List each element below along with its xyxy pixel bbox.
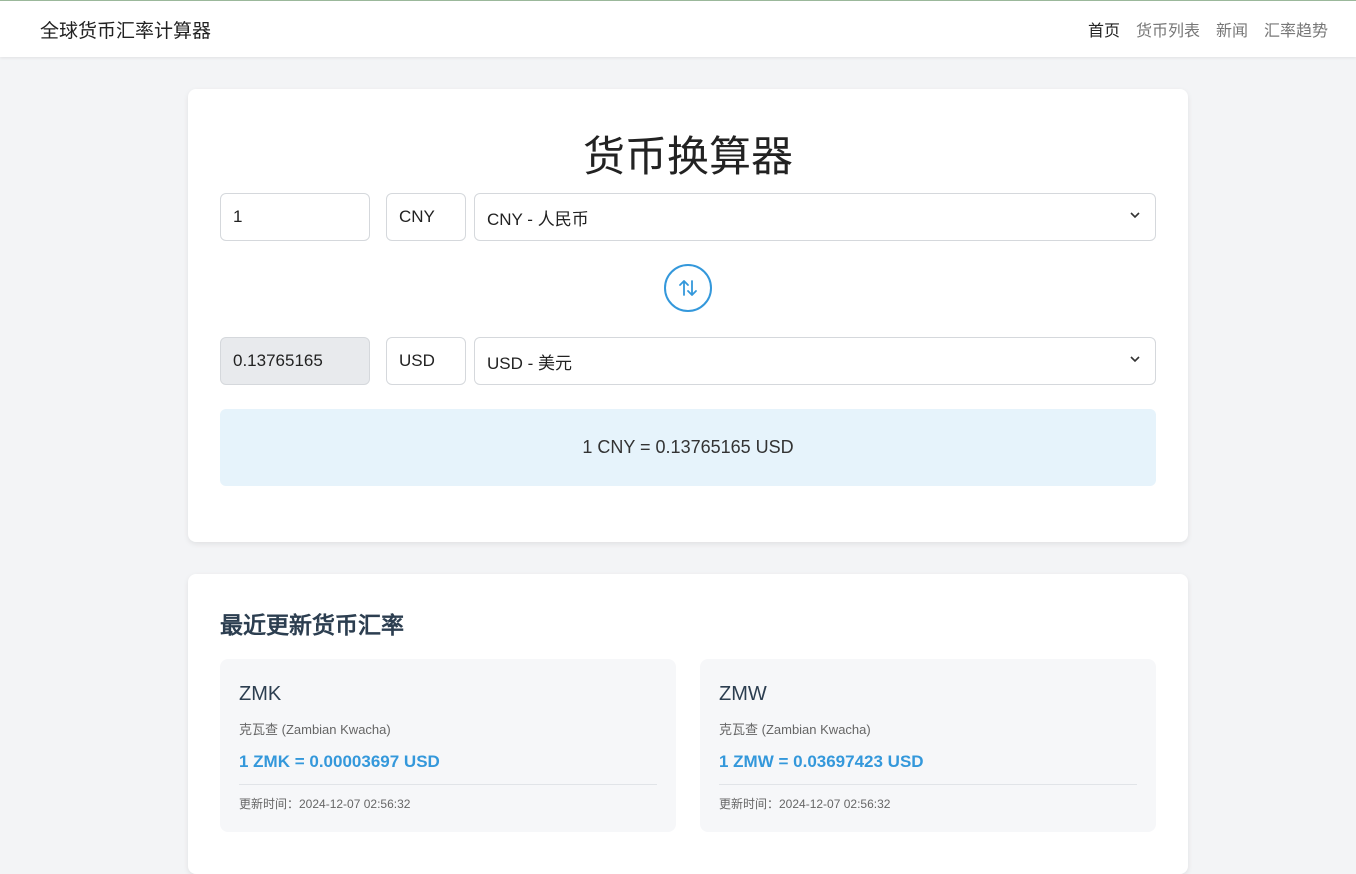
converter-title: 货币换算器 (582, 133, 793, 180)
rate-card-code: ZMW (719, 683, 767, 705)
rate-card-updated: 更新时间：2024-12-07 02:56:32 (719, 797, 891, 811)
rate-card-code: ZMK (239, 683, 282, 705)
swap-button[interactable] (664, 264, 712, 312)
rate-card-value: 1 ZMK = 0.00003697 USD (239, 752, 440, 771)
nav-links: 首页 货币列表 新闻 汇率趋势 (1088, 17, 1328, 41)
recent-rates-card: 最近更新货币汇率 ZMK 克瓦查 (Zambian Kwacha) 1 ZMK … (188, 574, 1188, 874)
to-currency-select-value: USD - 美元 (487, 353, 572, 373)
rate-card-name: 克瓦查 (Zambian Kwacha) (719, 722, 871, 737)
nav-link-news[interactable]: 新闻 (1216, 17, 1248, 41)
nav-link-trends[interactable]: 汇率趋势 (1264, 17, 1328, 41)
top-navbar: 全球货币汇率计算器 首页 货币列表 新闻 汇率趋势 (0, 0, 1356, 57)
from-currency-select[interactable]: CNY - 人民币 (474, 193, 1156, 241)
divider (719, 784, 1137, 785)
from-currency-select-value: CNY - 人民币 (487, 209, 589, 229)
rate-card-updated: 更新时间：2024-12-07 02:56:32 (239, 797, 411, 811)
nav-link-home[interactable]: 首页 (1088, 17, 1120, 41)
rate-card-name: 克瓦查 (Zambian Kwacha) (239, 722, 391, 737)
recent-rates-title: 最近更新货币汇率 (220, 612, 404, 638)
swap-arrows-icon (679, 280, 697, 296)
chevron-down-icon (1130, 356, 1140, 363)
to-currency-code: USD (386, 337, 466, 385)
nav-link-currency-list[interactable]: 货币列表 (1136, 17, 1200, 41)
rate-card[interactable]: ZMK 克瓦查 (Zambian Kwacha) 1 ZMK = 0.00003… (220, 659, 676, 832)
chevron-down-icon (1130, 212, 1140, 219)
rate-card[interactable]: ZMW 克瓦查 (Zambian Kwacha) 1 ZMW = 0.03697… (700, 659, 1156, 832)
converter-card: 货币换算器 1 CNY CNY - 人民币 0.13765165 USD USD… (188, 89, 1188, 542)
from-currency-code: CNY (386, 193, 466, 241)
to-currency-select[interactable]: USD - 美元 (474, 337, 1156, 385)
conversion-result: 1 CNY = 0.13765165 USD (220, 409, 1156, 486)
from-amount-input[interactable]: 1 (220, 193, 370, 241)
rate-card-value: 1 ZMW = 0.03697423 USD (719, 752, 924, 771)
site-brand[interactable]: 全球货币汇率计算器 (40, 16, 211, 43)
divider (239, 784, 657, 785)
to-amount-output: 0.13765165 (220, 337, 370, 385)
